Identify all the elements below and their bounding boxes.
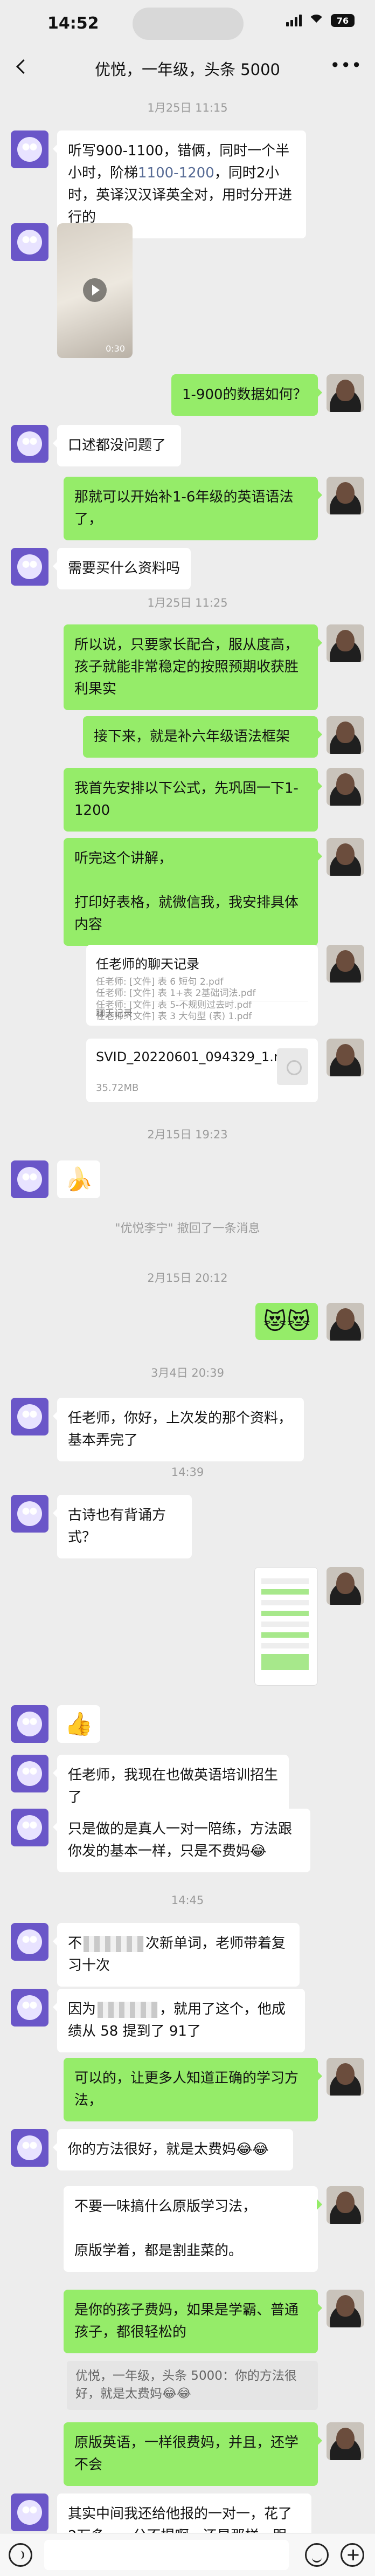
emoji-message[interactable]: 👍 (57, 1705, 101, 1743)
contact-avatar[interactable] (11, 1989, 48, 2027)
self-avatar[interactable] (327, 2422, 364, 2460)
record-title: 任老师的聊天记录 (96, 957, 199, 972)
self-avatar[interactable] (327, 945, 364, 983)
message-bubble[interactable]: 我首先安排以下公式，先巩固一下1-1200 (64, 768, 322, 832)
message-bubble[interactable]: 你的方法很好，就是太费妈😂😂 (53, 2129, 293, 2171)
contact-avatar[interactable] (11, 425, 48, 463)
record-line: 任老师: [文件] 表 1+表 2基础词法.pdf (96, 988, 256, 999)
contact-avatar[interactable] (11, 1809, 48, 1846)
self-avatar[interactable] (327, 2058, 364, 2096)
redacted-text (98, 2001, 158, 2018)
contact-avatar[interactable] (11, 1398, 48, 1435)
voice-icon[interactable] (9, 2543, 32, 2567)
emoji-icon[interactable] (305, 2543, 329, 2567)
message-bubble[interactable]: 听完这个讲解， 打印好表格，就微信我，我安排具体内容 (64, 838, 322, 946)
file-card[interactable]: SVID_20220601_094329_1.mp4 35.72MB (86, 1039, 318, 1102)
contact-avatar[interactable] (11, 1755, 48, 1792)
self-avatar[interactable] (327, 1567, 364, 1605)
contact-avatar[interactable] (11, 1705, 48, 1743)
timestamp: 2月15日 20:12 (147, 1272, 228, 1284)
system-message: "优悦李宁" 撤回了一条消息 (115, 1222, 260, 1235)
message-bubble[interactable]: 不次新单词，老师带着复习十次 (53, 1923, 300, 1987)
self-avatar[interactable] (327, 1303, 364, 1341)
self-avatar[interactable] (327, 1039, 364, 1076)
status-bar: 14:52 76 (0, 0, 375, 50)
message-bubble[interactable]: 原版英语，一样很费妈，并且，还学不会 (64, 2422, 322, 2486)
image-thumbnail[interactable] (254, 1567, 318, 1686)
record-footer: 聊天记录 (96, 1001, 308, 1019)
timestamp: 14:39 (171, 1466, 204, 1479)
signal-icon (286, 15, 302, 26)
video-file-icon (277, 1048, 308, 1085)
self-avatar[interactable] (327, 2186, 364, 2224)
contact-avatar[interactable] (11, 548, 48, 586)
message-bubble[interactable]: 接下来，就是补六年级语法框架 (83, 716, 322, 758)
chat-title: 优悦，一年级，头条 5000 (94, 60, 281, 79)
self-avatar[interactable] (327, 2290, 364, 2327)
redacted-text (84, 1935, 144, 1952)
message-bubble[interactable]: 1-900的数据如何？ (171, 374, 322, 416)
contact-avatar[interactable] (11, 1923, 48, 1961)
message-bubble[interactable]: 口述都没问题了 (53, 425, 181, 467)
file-size: 35.72MB (96, 1082, 139, 1094)
timestamp: 1月25日 11:25 (147, 596, 228, 609)
status-icons: 76 (286, 14, 355, 27)
message-input[interactable] (44, 2540, 289, 2570)
self-avatar[interactable] (327, 624, 364, 662)
timestamp: 3月4日 20:39 (151, 1366, 224, 1379)
file-name: SVID_20220601_094329_1.mp4 (96, 1049, 303, 1064)
dynamic-island (133, 8, 244, 40)
self-avatar[interactable] (327, 477, 364, 514)
wifi-icon (308, 15, 324, 26)
self-avatar[interactable] (327, 768, 364, 806)
emoji-message[interactable]: 🍌 (57, 1160, 101, 1198)
contact-avatar[interactable] (11, 2493, 48, 2531)
message-bubble[interactable]: 不要一味搞什么原版学习法， 原版学着，都是割韭菜的。 (64, 2186, 322, 2272)
self-avatar[interactable] (327, 716, 364, 754)
contact-avatar[interactable] (11, 1160, 48, 1198)
timestamp: 14:45 (171, 1894, 204, 1907)
contact-avatar[interactable] (11, 130, 48, 168)
play-icon (83, 278, 107, 302)
status-time: 14:52 (47, 14, 99, 33)
timestamp: 2月15日 19:23 (147, 1128, 228, 1141)
message-bubble[interactable]: 是你的孩子费妈，如果是学霸、普通孩子，都很轻松的 (64, 2290, 322, 2354)
chat-record-card[interactable]: 任老师的聊天记录 任老师: [文件] 表 6 短句 2.pdf 任老师: [文件… (86, 945, 318, 1026)
message-bubble[interactable]: 只是做的是真人一对一陪练，方法跟你发的基本一样，只是不费妈😂 (53, 1809, 310, 1873)
message-composer (0, 2533, 375, 2576)
quoted-message[interactable]: 优悦，一年级，头条 5000：你的方法很好，就是太费妈😂😂 (67, 2361, 318, 2410)
message-bubble[interactable]: 因为 ，就用了这个，他成绩从 58 提到了 91了 (53, 1989, 305, 2053)
plus-icon[interactable] (341, 2543, 364, 2567)
more-icon[interactable]: ••• (330, 55, 362, 75)
video-thumbnail[interactable]: 0:30 (57, 223, 133, 358)
emoji-message[interactable]: 😻😻 (255, 1303, 318, 1340)
video-duration: 0:30 (106, 344, 125, 354)
timestamp: 1月25日 11:15 (147, 101, 228, 114)
message-bubble[interactable]: 古诗也有背诵方式？ (53, 1495, 192, 1559)
self-avatar[interactable] (327, 374, 364, 412)
contact-avatar[interactable] (11, 223, 48, 261)
battery-icon: 76 (331, 14, 355, 27)
message-bubble[interactable]: 听写900-1100，错俩，同时一个半小时，阶梯1100-1200，同时2小时，… (53, 130, 306, 239)
contact-avatar[interactable] (11, 1495, 48, 1533)
record-line: 任老师: [文件] 表 6 短句 2.pdf (96, 977, 224, 987)
message-bubble[interactable]: 需要买什么资料吗 (53, 548, 191, 590)
message-bubble[interactable]: 所以说，只要家长配合，服从度高，孩子就能非常稳定的按照预期收获胜利果实 (64, 624, 322, 711)
message-bubble[interactable]: 任老师，你好，上次发的那个资料，基本弄完了 (53, 1398, 304, 1462)
contact-avatar[interactable] (11, 2129, 48, 2167)
message-bubble[interactable]: 那就可以开始补1-6年级的英语语法了， (64, 477, 322, 541)
message-bubble[interactable]: 可以的，让更多人知道正确的学习方法， (64, 2058, 322, 2122)
self-avatar[interactable] (327, 838, 364, 876)
chat-header: 优悦，一年级，头条 5000 ••• (0, 50, 375, 84)
